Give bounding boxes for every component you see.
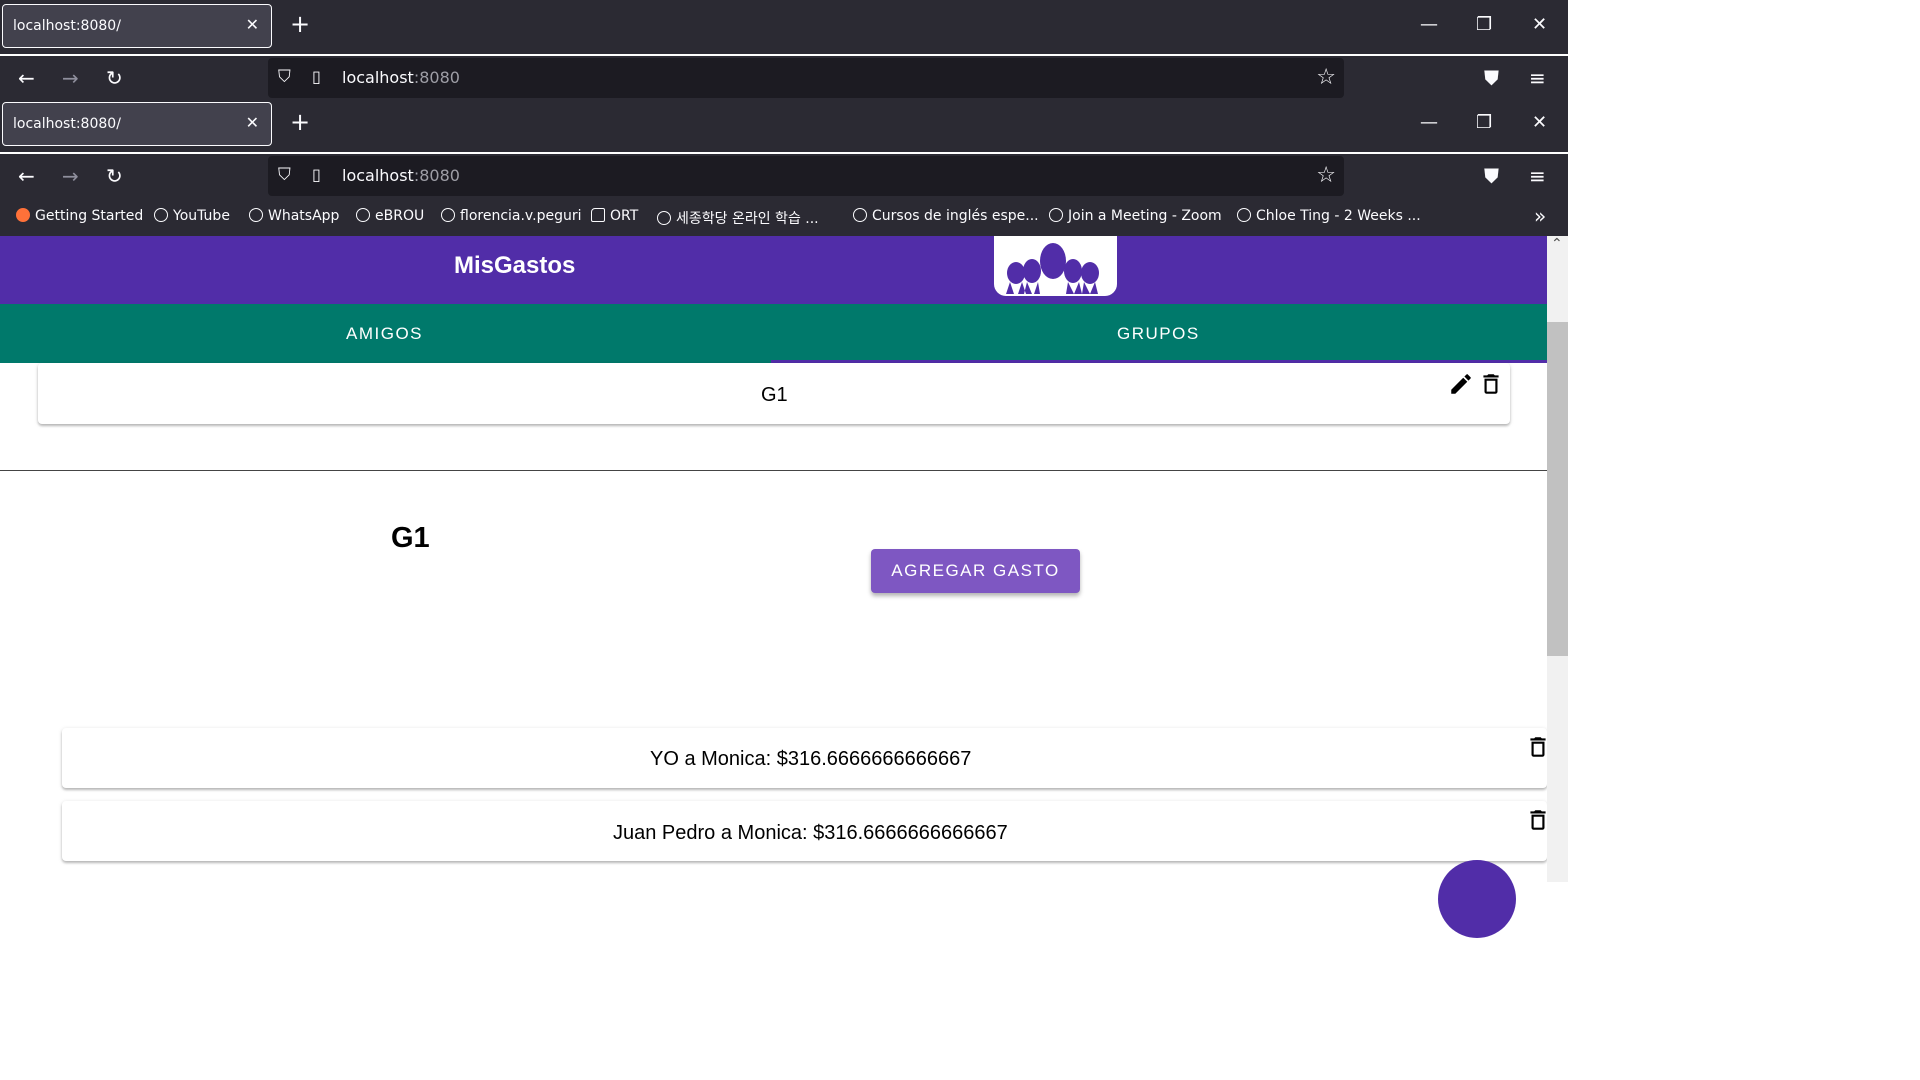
new-tab-icon[interactable]: +	[290, 110, 310, 134]
tab-title: localhost:8080/	[13, 116, 121, 132]
app-logo	[994, 236, 1117, 296]
tab-strip-2: localhost:8080/ ✕ + — ❐ ✕	[0, 98, 1568, 152]
nav-toolbar-1: ← → ↻ ⛉ ▯ localhost:8080 ☆ ⛊ ≡	[0, 56, 1568, 100]
forward-icon[interactable]: →	[62, 66, 79, 90]
browser-tab-2[interactable]: localhost:8080/ ✕	[2, 102, 272, 146]
tab-bar: AMIGOS GRUPOS	[0, 304, 1547, 363]
nav-toolbar-2: ← → ↻ ⛉ ▯ localhost:8080 ☆ ⛊ ≡	[0, 154, 1568, 198]
globe-icon	[657, 211, 671, 225]
tab-title: localhost:8080/	[13, 18, 121, 34]
menu-icon[interactable]: ≡	[1529, 66, 1546, 90]
group-detail-title: G1	[391, 522, 430, 554]
close-tab-icon[interactable]: ✕	[246, 15, 259, 34]
globe-icon	[249, 208, 263, 222]
pocket-icon[interactable]: ⛊	[1484, 66, 1499, 90]
debt-card[interactable]: Juan Pedro a Monica: $316.6666666666667	[62, 801, 1547, 861]
minimize-icon[interactable]: —	[1420, 112, 1438, 133]
bookmark-ort[interactable]: ORT	[591, 208, 638, 224]
bookmark-zoom[interactable]: Join a Meeting - Zoom	[1049, 208, 1222, 224]
app-title: MisGastos	[454, 252, 576, 279]
bookmark-chloe-ting[interactable]: Chloe Ting - 2 Weeks ...	[1237, 208, 1421, 224]
url-text: localhost:8080	[342, 68, 460, 87]
page-icon: ▯	[312, 67, 321, 86]
debt-text: Juan Pedro a Monica: $316.6666666666667	[613, 822, 1008, 844]
bookmark-sejong[interactable]: 세종학당 온라인 학습 ...	[657, 208, 819, 228]
firefox-icon	[16, 208, 30, 222]
tab-amigos[interactable]: AMIGOS	[346, 324, 423, 344]
delete-icon[interactable]	[1478, 371, 1504, 397]
forward-icon[interactable]: →	[62, 164, 79, 188]
bookmark-youtube[interactable]: YouTube	[154, 208, 230, 224]
add-expense-button[interactable]: AGREGAR GASTO	[871, 549, 1080, 593]
restore-icon[interactable]: ❐	[1476, 112, 1492, 133]
bookmark-getting-started[interactable]: Getting Started	[16, 208, 143, 224]
new-tab-icon[interactable]: +	[290, 12, 310, 36]
page-icon: ▯	[312, 165, 321, 184]
star-icon[interactable]: ☆	[1316, 163, 1336, 188]
globe-icon	[1049, 208, 1063, 222]
bookmark-cursos[interactable]: Cursos de inglés espe...	[853, 208, 1039, 224]
tab-grupos[interactable]: GRUPOS	[1117, 324, 1200, 344]
debt-text: YO a Monica: $316.6666666666667	[650, 748, 972, 770]
bookmark-whatsapp[interactable]: WhatsApp	[249, 208, 339, 224]
globe-icon	[1237, 208, 1251, 222]
group-card[interactable]: G1	[38, 363, 1510, 424]
people-logo-icon	[1006, 243, 1099, 294]
floating-action-button[interactable]	[1438, 860, 1516, 938]
folder-icon	[591, 208, 605, 222]
app-header: MisGastos	[0, 236, 1547, 304]
back-icon[interactable]: ←	[18, 164, 35, 188]
page-scrollbar[interactable]: ⌃	[1547, 236, 1568, 882]
scrollbar-thumb[interactable]	[1547, 322, 1568, 656]
url-text: localhost:8080	[342, 166, 460, 185]
browser-tab-1[interactable]: localhost:8080/ ✕	[2, 4, 272, 48]
restore-icon[interactable]: ❐	[1476, 14, 1492, 35]
shield-icon[interactable]: ⛉	[278, 67, 291, 87]
chevron-more-icon[interactable]: »	[1534, 204, 1546, 228]
tab-strip-1: localhost:8080/ ✕ + — ❐ ✕	[0, 0, 1568, 54]
globe-icon	[441, 208, 455, 222]
url-bar[interactable]: ⛉ ▯ localhost:8080 ☆	[268, 58, 1344, 98]
edit-icon[interactable]	[1448, 371, 1474, 397]
globe-icon	[356, 208, 370, 222]
star-icon[interactable]: ☆	[1316, 65, 1336, 90]
globe-icon	[853, 208, 867, 222]
bookmarks-toolbar: Getting Started YouTube WhatsApp eBROU f…	[0, 198, 1568, 236]
group-card-name: G1	[761, 384, 788, 406]
reload-icon[interactable]: ↻	[106, 66, 123, 90]
bookmark-florencia[interactable]: florencia.v.peguri	[441, 208, 582, 224]
minimize-icon[interactable]: —	[1420, 14, 1438, 35]
back-icon[interactable]: ←	[18, 66, 35, 90]
bookmark-ebrou[interactable]: eBROU	[356, 208, 424, 224]
close-window-icon[interactable]: ✕	[1532, 112, 1547, 133]
scroll-up-icon[interactable]: ⌃	[1551, 236, 1563, 252]
pocket-icon[interactable]: ⛊	[1484, 164, 1499, 188]
close-tab-icon[interactable]: ✕	[246, 113, 259, 132]
section-divider	[0, 470, 1547, 471]
reload-icon[interactable]: ↻	[106, 164, 123, 188]
shield-icon[interactable]: ⛉	[278, 165, 291, 185]
close-window-icon[interactable]: ✕	[1532, 14, 1547, 35]
debt-card[interactable]: YO a Monica: $316.6666666666667	[62, 728, 1547, 788]
globe-icon	[154, 208, 168, 222]
menu-icon[interactable]: ≡	[1529, 164, 1546, 188]
url-bar[interactable]: ⛉ ▯ localhost:8080 ☆	[268, 156, 1344, 196]
